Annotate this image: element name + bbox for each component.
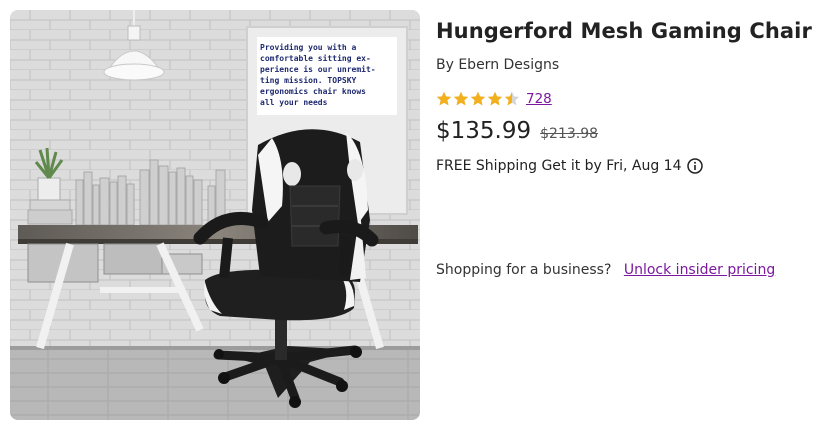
business-pricing: Shopping for a business? Unlock insider …	[436, 262, 775, 278]
product-title: Hungerford Mesh Gaming Chair	[436, 19, 812, 43]
star-rating	[436, 91, 520, 107]
info-icon[interactable]	[687, 158, 704, 174]
star-icon	[453, 91, 469, 106]
star-icon	[504, 91, 520, 106]
product-image[interactable]: Providing you with a comfortable sitting…	[10, 10, 420, 420]
product-photo: Providing you with a comfortable sitting…	[10, 10, 420, 420]
star-icon	[487, 91, 503, 106]
insider-pricing-link[interactable]: Unlock insider pricing	[624, 262, 775, 278]
poster-line: comfortable sitting ex-	[260, 53, 371, 63]
shipping-info: FREE Shipping Get it by Fri, Aug 14	[436, 158, 816, 174]
poster-line: perience is our unremit-	[260, 64, 376, 74]
business-prompt: Shopping for a business?	[436, 262, 612, 278]
poster-line: all your needs	[260, 98, 328, 107]
price-row: $135.99 $213.98	[436, 118, 816, 144]
brand-link[interactable]: By Ebern Designs	[436, 57, 816, 73]
star-icon	[470, 91, 486, 106]
review-count-link[interactable]: 728	[526, 91, 552, 107]
original-price: $213.98	[540, 126, 599, 142]
shipping-text: FREE Shipping Get it by Fri, Aug 14	[436, 158, 682, 174]
rating[interactable]: 728	[436, 90, 816, 108]
poster-line: ting mission. TOPSKY	[260, 75, 357, 85]
poster-line: Providing you with a	[260, 42, 357, 52]
product-info: Hungerford Mesh Gaming Chair By Ebern De…	[436, 16, 816, 278]
poster-line: ergonomics chair knows	[260, 86, 366, 96]
sale-price: $135.99	[436, 118, 532, 144]
star-icon	[436, 91, 452, 106]
